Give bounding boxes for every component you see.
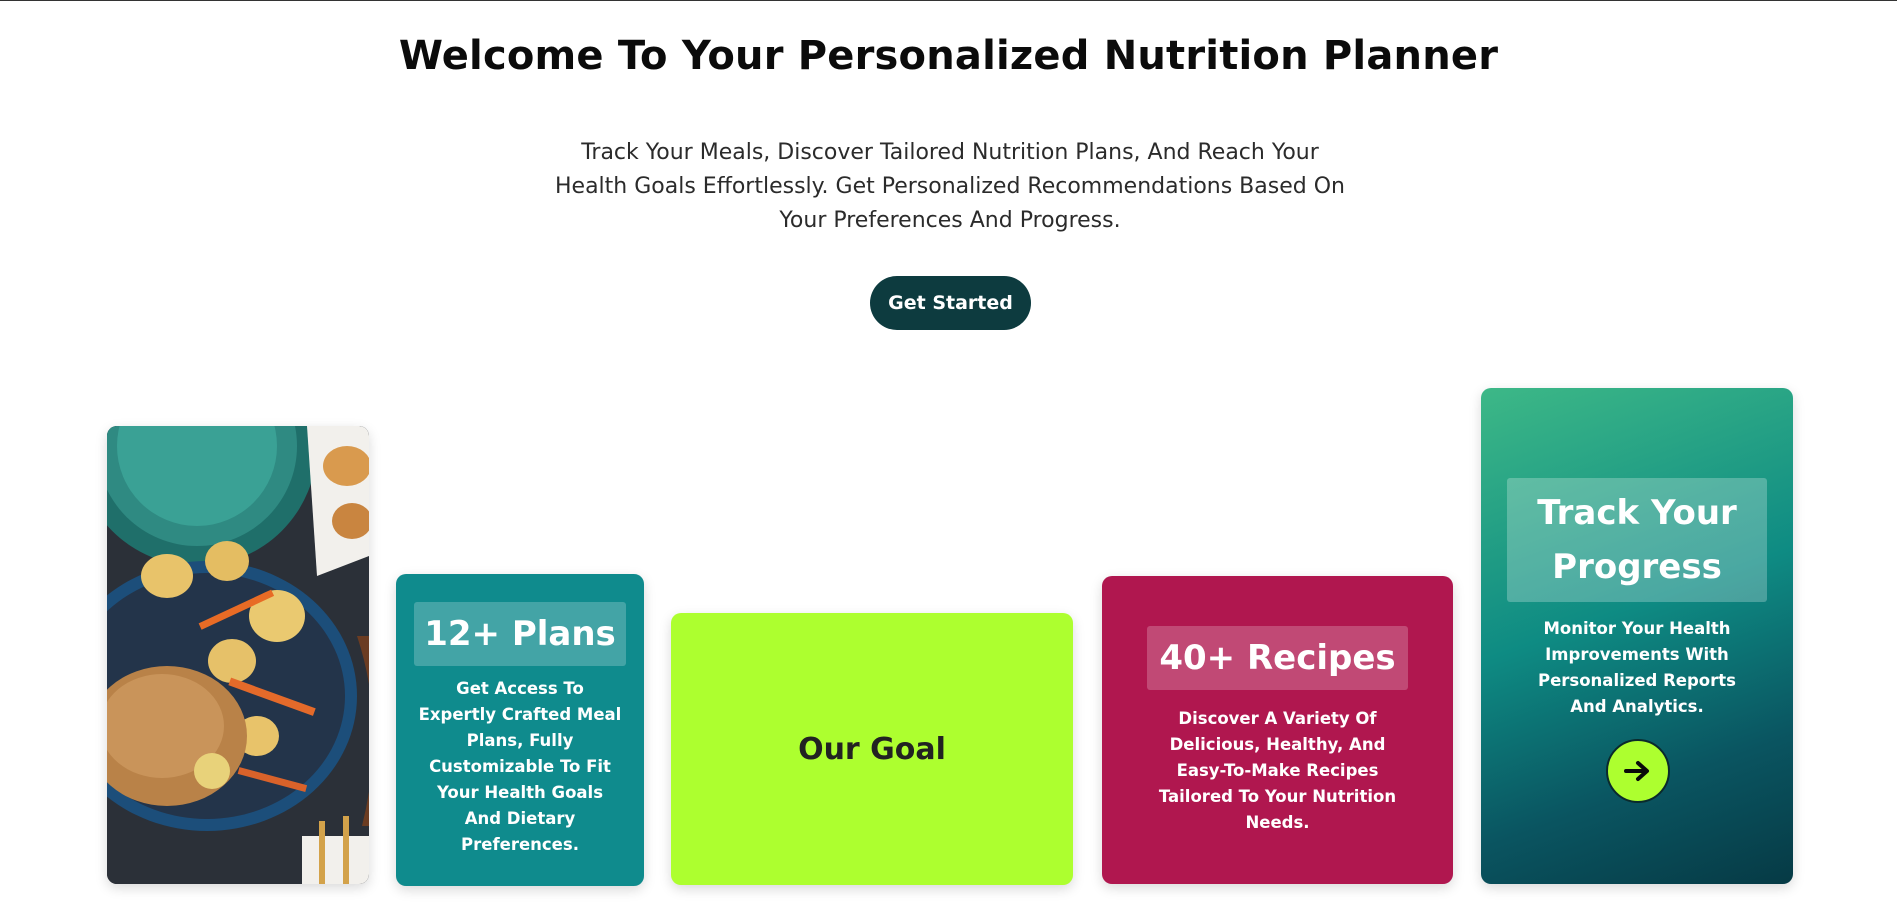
goal-title: Our Goal <box>798 731 946 767</box>
recipes-card[interactable]: 40+ Recipes Discover A Variety Of Delici… <box>1102 576 1453 884</box>
plans-card[interactable]: 12+ Plans Get Access To Expertly Crafted… <box>396 574 644 886</box>
plans-description: Get Access To Expertly Crafted Meal Plan… <box>418 679 622 854</box>
progress-description: Monitor Your Health Improvements With Pe… <box>1537 619 1736 716</box>
progress-arrow-button[interactable] <box>1606 739 1670 803</box>
food-photo-card <box>107 426 369 884</box>
goal-card[interactable]: Our Goal <box>671 613 1073 885</box>
arrow-right-icon <box>1624 761 1649 781</box>
get-started-button[interactable]: Get Started <box>870 276 1031 330</box>
hero-subtitle: Track Your Meals, Discover Tailored Nutr… <box>555 140 1345 233</box>
progress-card[interactable]: Track Your Progress Monitor Your Health … <box>1481 388 1793 884</box>
progress-badge: Track Your Progress <box>1507 478 1767 602</box>
recipes-badge: 40+ Recipes <box>1147 626 1408 690</box>
food-photo <box>107 426 369 884</box>
top-divider <box>0 0 1897 1</box>
page-title: Welcome To Your Personalized Nutrition P… <box>398 33 1499 79</box>
recipes-description: Discover A Variety Of Delicious, Healthy… <box>1158 709 1397 832</box>
plans-badge: 12+ Plans <box>414 602 626 666</box>
